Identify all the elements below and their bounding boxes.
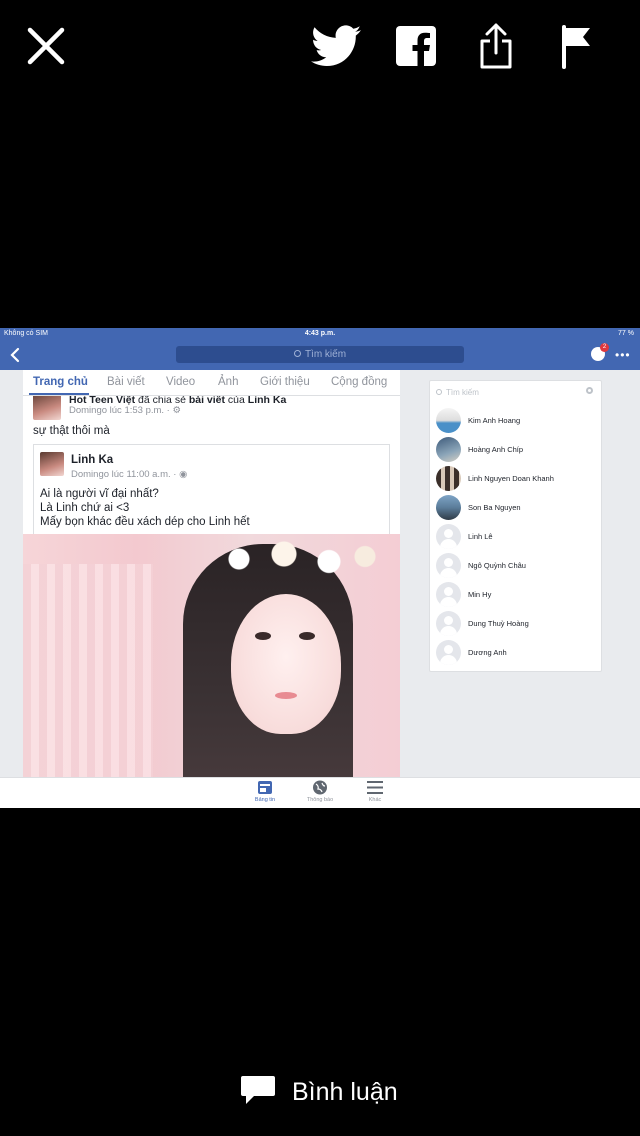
contact-name: Son Ba Nguyen [468, 503, 521, 512]
contact-name: Min Hy [468, 590, 492, 599]
viewer-toolbar [0, 0, 640, 90]
sidebar-search-placeholder: Tìm kiếm [446, 388, 479, 397]
fb-search-placeholder: Tìm kiếm [304, 349, 347, 360]
photo-curtain [23, 564, 153, 777]
more-dots-icon[interactable]: ••• [615, 348, 631, 362]
contact-name: Kim Anh Hoang [468, 416, 521, 425]
avatar [436, 466, 461, 491]
share-icon[interactable] [470, 20, 522, 72]
photo-lips [275, 692, 297, 699]
contact-name: Dung Thuỳ Hoàng [468, 619, 529, 628]
globe-icon: ◉ [179, 469, 188, 480]
shared-meta: Domingo lúc 11:00 a.m. · ◉ [71, 469, 187, 480]
avatar [436, 408, 461, 433]
shared-timestamp[interactable]: Domingo lúc 11:00 a.m. · [71, 469, 179, 480]
tab-about[interactable]: Giới thiệu [260, 376, 310, 388]
contact-name: Ngô Quỳnh Châu [468, 561, 526, 570]
tab-community[interactable]: Cộng đồng [331, 376, 387, 388]
device-status-bar: Không có SIM 4:43 p.m. 77 % [0, 328, 640, 340]
messenger-badge: 2 [600, 343, 609, 352]
fb-search-input[interactable]: Tìm kiếm [176, 346, 464, 363]
post-header: Hot Teen Việt đã chia sẻ bài viết của Li… [33, 392, 393, 420]
page-avatar[interactable] [33, 392, 61, 420]
avatar [436, 611, 461, 636]
shared-author-name[interactable]: Linh Ka [71, 454, 113, 466]
tab-more[interactable]: Khác [355, 780, 395, 808]
gear-icon: ⚙ [172, 405, 182, 416]
contact-item[interactable]: Min Hy [436, 582, 596, 608]
contact-item[interactable]: Linh Lê [436, 524, 596, 550]
avatar [436, 524, 461, 549]
news-feed-icon [257, 780, 273, 795]
shared-post-text: Ai là người vĩ đại nhất? Là Linh chứ ai … [40, 487, 250, 529]
gear-icon[interactable] [586, 387, 593, 394]
tab-news-feed[interactable]: Bảng tin [245, 780, 285, 808]
flag-icon[interactable] [550, 20, 602, 72]
shared-line-1: Ai là người vĩ đại nhất? [40, 488, 159, 500]
status-time: 4:43 p.m. [304, 330, 336, 337]
photo-face [231, 594, 341, 734]
avatar [436, 640, 461, 665]
tab-notifications[interactable]: Thông báo [300, 780, 340, 808]
contact-name: Linh Lê [468, 532, 493, 541]
tab-photos[interactable]: Ảnh [218, 376, 238, 388]
tab-video[interactable]: Video [166, 376, 195, 388]
close-icon[interactable] [20, 20, 72, 72]
menu-icon [367, 780, 383, 795]
photo-eye-right [299, 632, 315, 640]
search-icon [436, 389, 442, 395]
fb-nav-bar: Tìm kiếm 2 ••• [0, 340, 640, 370]
comment-icon [240, 1074, 276, 1111]
post-timestamp[interactable]: Domingo lúc 1:53 p.m. · [69, 405, 173, 416]
contact-item[interactable]: Dung Thuỳ Hoàng [436, 611, 596, 637]
post-meta: Domingo lúc 1:53 p.m. · ⚙ [69, 405, 181, 416]
contact-name: Linh Nguyen Doan Khanh [468, 474, 554, 483]
sidebar-search-input[interactable]: Tìm kiếm [436, 386, 596, 400]
contact-item[interactable]: Hoàng Anh Chíp [436, 437, 596, 463]
tab-posts[interactable]: Bài viết [107, 376, 145, 388]
contact-item[interactable]: Dương Anh [436, 640, 596, 666]
battery-level: 77 % [618, 330, 634, 337]
avatar [436, 553, 461, 578]
page-main-column: Trang chủ Bài viết Video Ảnh Giới thiệu … [23, 370, 400, 777]
photo-flower-crown [203, 534, 383, 584]
tab-news-label: Bảng tin [254, 797, 276, 803]
avatar [436, 582, 461, 607]
contact-item[interactable]: Son Ba Nguyen [436, 495, 596, 521]
comment-button[interactable]: Bình luận [240, 1070, 398, 1114]
tab-notifications-label: Thông báo [306, 797, 334, 803]
viewer-root: Không có SIM 4:43 p.m. 77 % Tìm kiếm 2 •… [0, 0, 640, 1136]
post-text: sự thật thôi mà [33, 425, 110, 437]
tab-home[interactable]: Trang chủ [33, 376, 88, 388]
facebook-icon[interactable] [390, 20, 442, 72]
shared-screenshot: Không có SIM 4:43 p.m. 77 % Tìm kiếm 2 •… [0, 328, 640, 808]
fb-tab-bar: Bảng tin Thông báo Khác [0, 777, 640, 808]
shared-line-3: Mấy bọn khác đều xách dép cho Linh hết [40, 516, 250, 528]
contacts-sidebar: Tìm kiếm Kim Anh Hoang Hoàng Anh Chíp Li… [429, 380, 602, 672]
comment-label: Bình luận [292, 1077, 398, 1106]
avatar [436, 437, 461, 462]
photo-eye-left [255, 632, 271, 640]
tab-more-label: Khác [368, 797, 382, 803]
post-photo[interactable] [23, 534, 400, 777]
shared-line-2: Là Linh chứ ai <3 [40, 502, 130, 514]
contact-name: Dương Anh [468, 648, 507, 657]
search-icon [293, 350, 301, 357]
contact-item[interactable]: Kim Anh Hoang [436, 408, 596, 434]
page-tabs: Trang chủ Bài viết Video Ảnh Giới thiệu … [23, 370, 400, 396]
contact-name: Hoàng Anh Chíp [468, 445, 524, 454]
twitter-icon[interactable] [310, 20, 362, 72]
contact-item[interactable]: Linh Nguyen Doan Khanh [436, 466, 596, 492]
back-icon[interactable] [8, 346, 24, 364]
contact-item[interactable]: Ngô Quỳnh Châu [436, 553, 596, 579]
avatar [436, 495, 461, 520]
shared-author-avatar[interactable] [40, 452, 64, 476]
globe-icon [312, 780, 328, 795]
active-tab-indicator [29, 393, 89, 395]
